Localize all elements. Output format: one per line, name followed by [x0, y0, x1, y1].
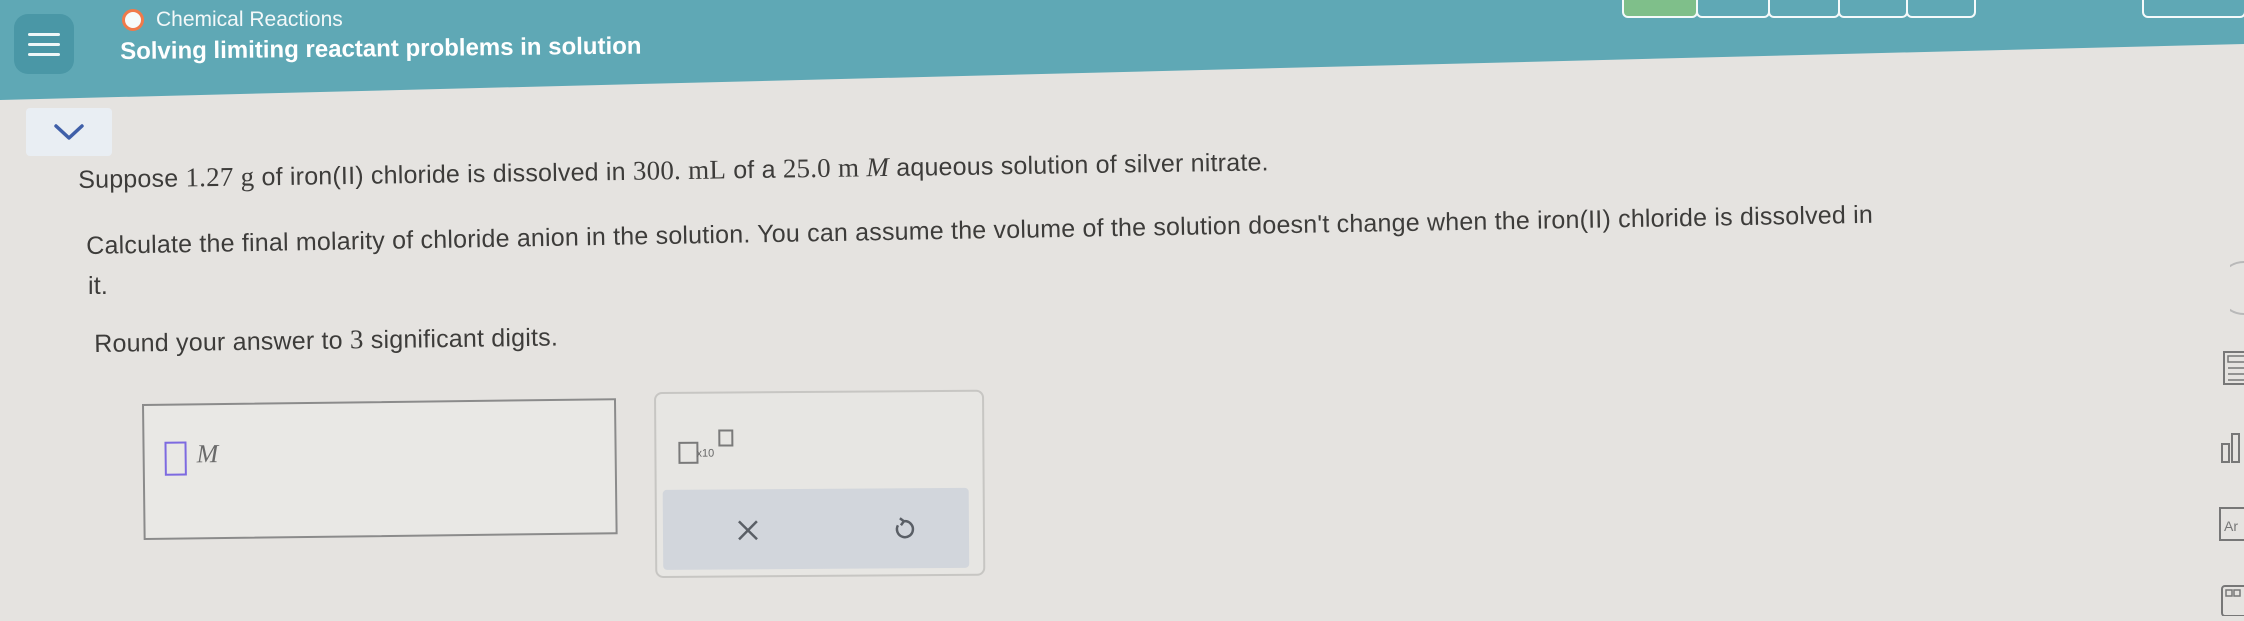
- text: Round your answer to: [94, 326, 351, 358]
- progress-tab: [1838, 0, 1908, 18]
- progress-dot-icon: [122, 9, 144, 31]
- tool-actions: [662, 487, 970, 570]
- periodic-table-button[interactable]: Ar: [2218, 506, 2244, 542]
- sig-figs-value: 3: [349, 324, 364, 355]
- undo-icon: [895, 517, 915, 539]
- text: aqueous solution of silver nitrate.: [888, 148, 1269, 182]
- undo-button[interactable]: [879, 506, 929, 552]
- text: Suppose: [78, 164, 186, 194]
- clear-button[interactable]: [723, 507, 773, 553]
- page-title: Solving limiting reactant problems in so…: [120, 32, 642, 65]
- question-line-3: it.: [88, 272, 109, 300]
- top-right-button[interactable]: [2142, 0, 2244, 18]
- category-label: Chemical Reactions: [156, 8, 343, 31]
- keypad-icon: [2221, 585, 2244, 617]
- mass-unit: g: [240, 161, 255, 192]
- side-expand-button[interactable]: [2217, 258, 2244, 318]
- instruction-line: Round your answer to 3 significant digit…: [94, 322, 558, 359]
- text: significant digits.: [363, 323, 559, 355]
- question-line-2: Calculate the final molarity of chloride…: [86, 200, 1874, 260]
- progress-tab: [1696, 0, 1770, 18]
- question-line-1: Suppose 1.27 g of iron(II) chloride is d…: [78, 146, 1269, 195]
- partial-circle-icon: [2217, 261, 2244, 315]
- collapse-button[interactable]: [26, 108, 112, 156]
- breadcrumb: Chemical Reactions: [122, 8, 343, 32]
- progress-tab-complete: [1622, 0, 1698, 18]
- concentration-unit: M: [866, 151, 890, 183]
- element-tile-icon: Ar: [2219, 507, 2244, 541]
- answer-value-field[interactable]: [164, 441, 187, 476]
- progress-tab: [1906, 0, 1976, 18]
- mass-value: 1.27: [185, 161, 234, 193]
- chart-button[interactable]: [2220, 430, 2244, 464]
- volume-value: 300.: [632, 155, 682, 186]
- menu-icon-line: [28, 52, 60, 56]
- menu-icon-line: [28, 42, 60, 46]
- text: of a: [725, 155, 784, 185]
- menu-button[interactable]: [14, 14, 74, 74]
- keypad-button[interactable]: [2220, 584, 2244, 617]
- volume-unit: mL: [687, 154, 727, 185]
- exponent-box-icon: [718, 429, 734, 447]
- menu-icon-line: [28, 32, 60, 36]
- progress-tab: [1768, 0, 1840, 18]
- concentration-prefix: m: [837, 152, 860, 183]
- answer-unit: M: [196, 439, 219, 469]
- element-label: Ar: [2224, 518, 2238, 534]
- text: of iron(II) chloride is dissolved in: [254, 157, 634, 192]
- chevron-down-icon: [54, 124, 84, 140]
- calculator-button[interactable]: [2222, 350, 2244, 386]
- concentration-value: 25.0: [782, 152, 832, 184]
- x-icon: [738, 520, 758, 541]
- scientific-notation-button[interactable]: x10: [678, 427, 738, 467]
- bar-chart-icon: [2221, 433, 2240, 463]
- math-tool-panel: x10: [654, 389, 986, 578]
- calculator-icon: [2223, 351, 2244, 385]
- x10-label: x10: [696, 447, 715, 460]
- answer-input[interactable]: M: [142, 398, 618, 540]
